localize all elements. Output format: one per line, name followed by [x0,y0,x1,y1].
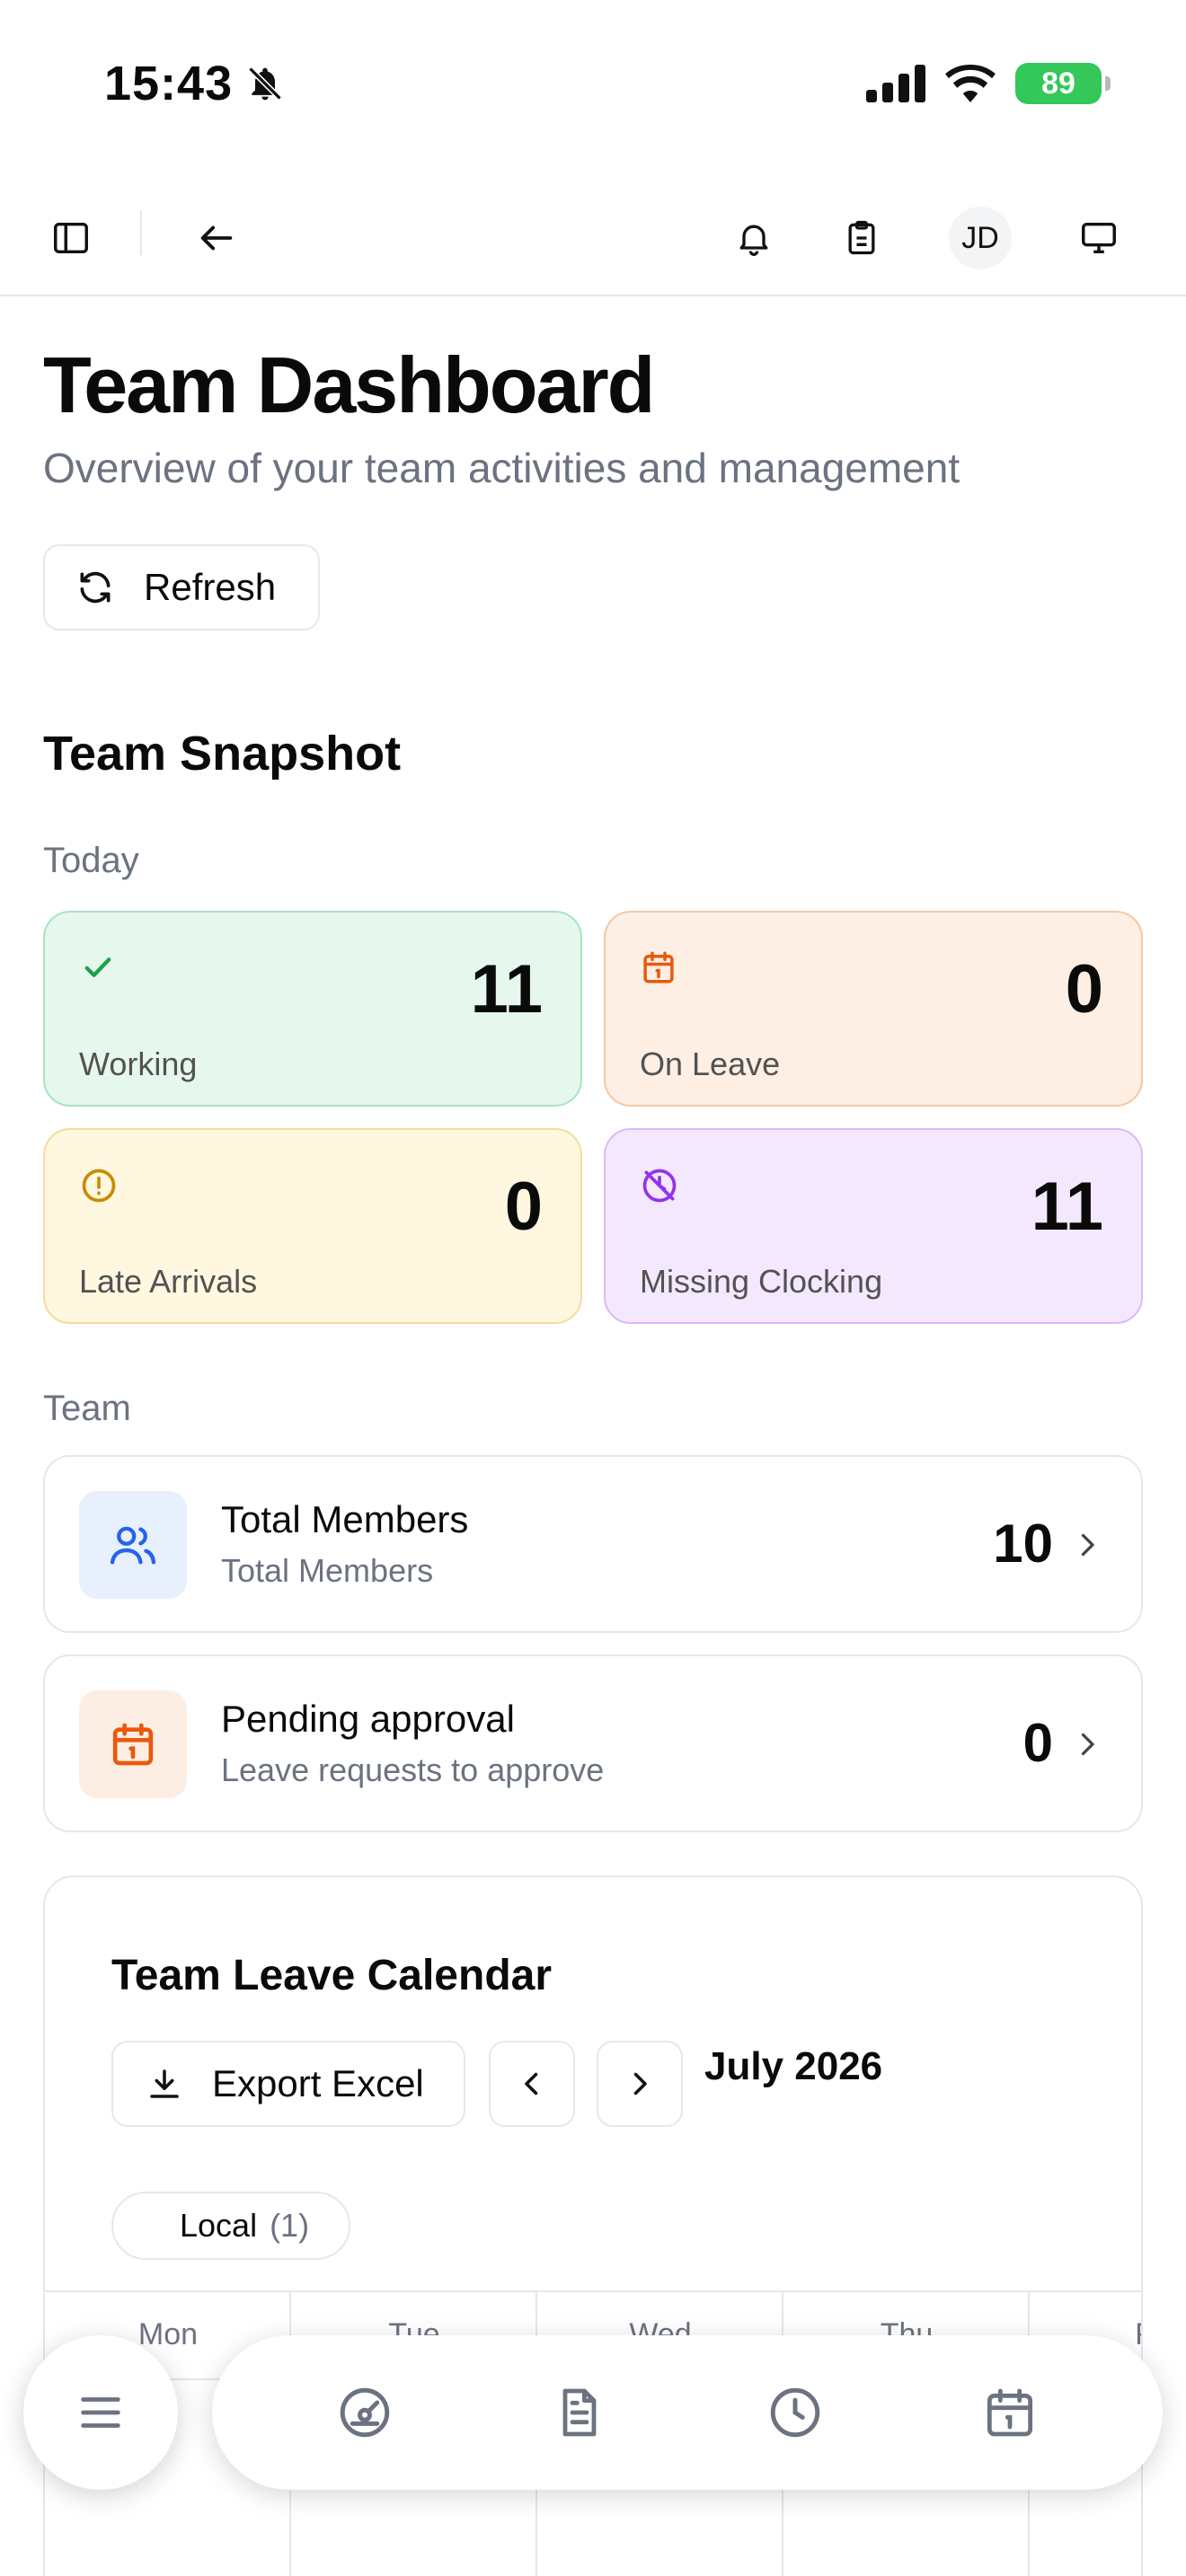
next-month-button[interactable] [597,2041,683,2127]
row-title: Pending approval [221,1698,515,1740]
row-subtitle: Total Members [221,1552,434,1589]
dashboard-icon [340,2387,389,2438]
row-value: 0 [1022,1713,1053,1773]
prev-month-button[interactable] [489,2041,575,2127]
stat-value: 0 [504,1169,543,1245]
stat-card-working[interactable]: 11 Working [43,911,582,1107]
users-icon [79,1491,187,1599]
nav-divider [140,210,142,255]
stat-label: Late Arrivals [79,1263,258,1300]
page-subtitle: Overview of your team activities and man… [43,445,960,491]
menu-button[interactable] [23,2335,178,2490]
tab-calendar[interactable] [969,2372,1050,2453]
total-members-row[interactable]: Total Members Total Members 10 [43,1455,1143,1633]
bell-icon[interactable] [730,214,778,262]
calendar-icon [643,951,674,984]
current-month: July 2026 [704,2044,883,2088]
stat-card-late-arrivals[interactable]: 0 Late Arrivals [43,1128,582,1324]
calendar-icon [79,1690,187,1798]
document-icon [562,2388,597,2437]
stat-card-on-leave[interactable]: 0 On Leave [604,911,1143,1107]
stat-card-missing-clocking[interactable]: 11 Missing Clocking [604,1128,1143,1324]
monitor-icon[interactable] [1075,214,1123,262]
refresh-icon [80,571,111,604]
bottom-tab-bar [212,2335,1163,2490]
export-label: Export Excel [212,2062,424,2104]
clock-icon [770,2387,819,2438]
refresh-label: Refresh [144,566,277,608]
chevron-left-icon [525,2072,538,2095]
avatar[interactable]: JD [949,207,1012,269]
check-icon [84,957,111,977]
filter-pill-local[interactable]: Local (1) [111,2192,350,2260]
tab-dashboard[interactable] [324,2372,405,2453]
filter-label: Local [180,2207,258,2244]
today-label: Today [43,841,139,880]
sidebar-toggle-icon[interactable] [47,214,95,262]
wifi-icon [945,65,996,102]
stat-label: Working [79,1045,198,1082]
row-value: 10 [993,1513,1053,1574]
team-label: Team [43,1389,131,1428]
download-icon [150,2069,179,2098]
alert-circle-icon [82,1169,116,1203]
stat-value: 0 [1065,951,1103,1028]
export-excel-button[interactable]: Export Excel [111,2041,465,2127]
status-time: 15:43 [104,56,285,111]
bell-off-icon [248,66,282,101]
top-navbar: JD [0,180,1186,296]
row-title: Total Members [221,1498,469,1540]
section-title-snapshot: Team Snapshot [43,727,402,781]
tab-time[interactable] [755,2372,836,2453]
refresh-button[interactable]: Refresh [43,544,320,631]
tab-documents[interactable] [539,2372,620,2453]
stat-value: 11 [1031,1169,1103,1245]
clock-off-icon [642,1169,677,1203]
signal-icon [866,65,925,102]
clipboard-icon[interactable] [837,214,886,262]
chevron-right-icon [1081,1533,1094,1557]
menu-icon [81,2397,120,2428]
stat-label: Missing Clocking [640,1263,883,1300]
row-subtitle: Leave requests to approve [221,1751,605,1788]
filter-count: (1) [270,2207,310,2244]
pending-approval-row[interactable]: Pending approval Leave requests to appro… [43,1654,1143,1832]
chevron-right-icon [633,2072,647,2095]
stat-value: 11 [470,951,543,1028]
stat-label: On Leave [640,1045,781,1082]
chevron-right-icon [1081,1733,1094,1756]
calendar-title: Team Leave Calendar [111,1952,553,1999]
page-title: Team Dashboard [43,340,655,429]
calendar-icon [987,2388,1033,2437]
battery-indicator: 89 [1015,63,1111,104]
status-icons: 89 [866,63,1111,104]
back-arrow-icon[interactable] [192,214,241,262]
